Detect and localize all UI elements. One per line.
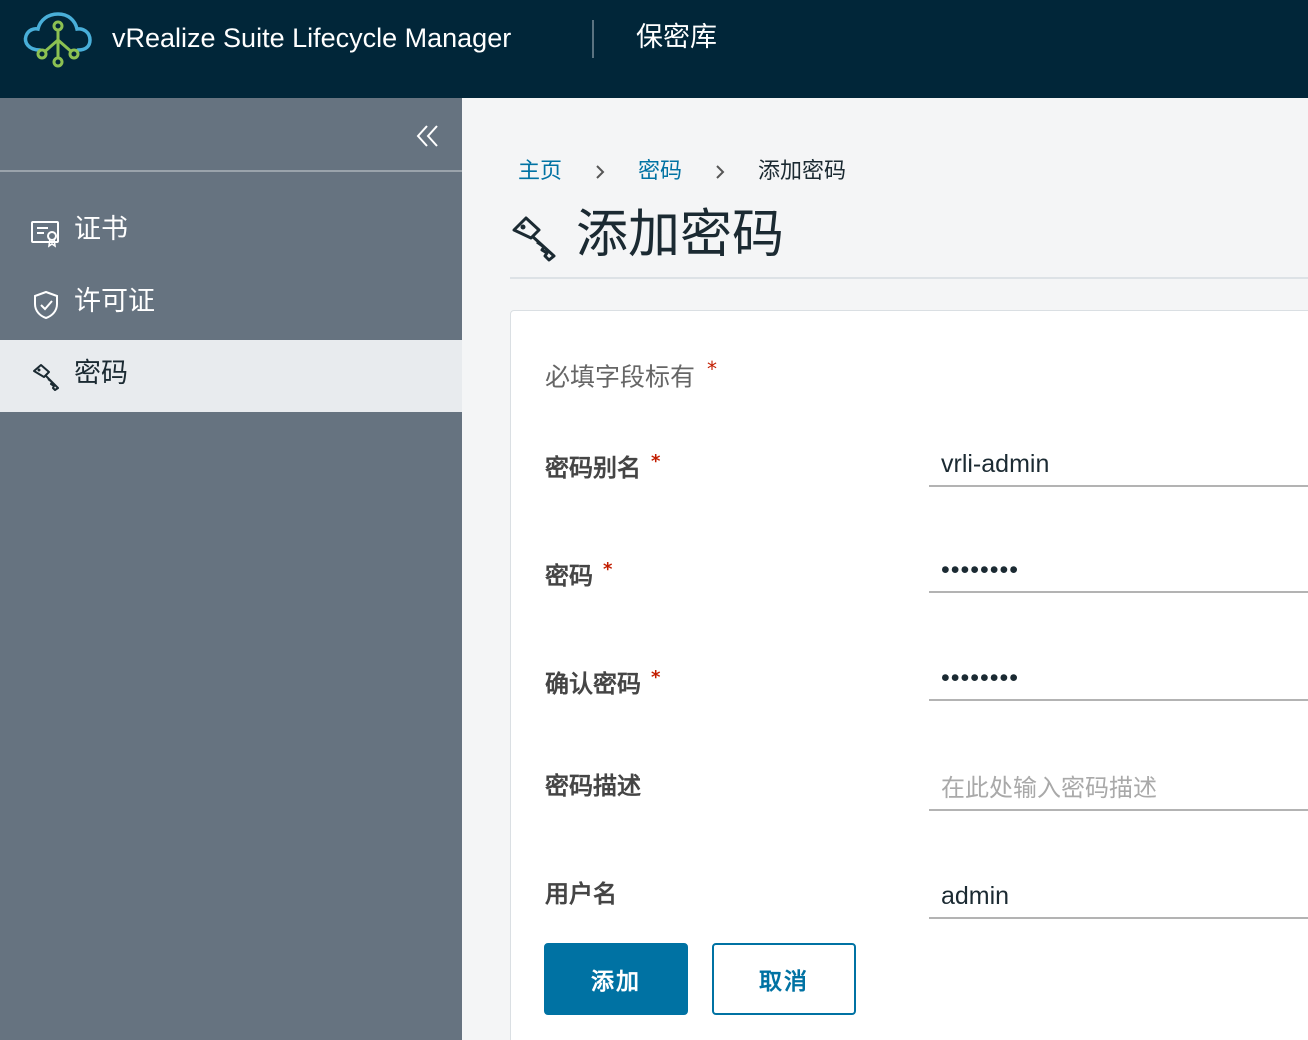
sidebar-item-certificates[interactable]: 证书 — [0, 196, 462, 268]
add-button[interactable]: 添加 — [544, 943, 688, 1015]
username-input[interactable] — [929, 875, 1308, 919]
password-alias-label: 密码别名 * — [545, 445, 660, 485]
sidebar-item-label: 密码 — [74, 358, 128, 389]
confirm-password-label: 确认密码 * — [545, 661, 660, 701]
breadcrumb-current: 添加密码 — [758, 159, 847, 184]
password-alias-input[interactable] — [929, 443, 1308, 487]
password-input[interactable] — [929, 549, 1308, 593]
chevron-right-icon — [596, 165, 605, 179]
cloud-network-icon — [23, 12, 92, 68]
sidebar-divider — [0, 170, 462, 172]
sidebar-item-licenses[interactable]: 许可证 — [0, 268, 462, 340]
sidebar-item-label: 许可证 — [74, 286, 155, 317]
required-note-text: 必填字段标有 — [545, 362, 696, 392]
password-description-input[interactable] — [929, 767, 1308, 811]
username-label: 用户名 — [545, 877, 617, 911]
label-text: 密码别名 — [545, 454, 641, 482]
section-title: 保密库 — [636, 22, 717, 53]
confirm-password-input[interactable] — [929, 657, 1308, 701]
title-divider — [510, 277, 1308, 279]
app-title: vRealize Suite Lifecycle Manager — [112, 23, 512, 53]
label-text: 密码 — [545, 562, 593, 590]
key-icon — [33, 364, 59, 391]
required-star: * — [603, 559, 613, 580]
label-text: 用户名 — [545, 880, 617, 908]
sidebar-item-passwords[interactable]: 密码 — [0, 340, 462, 412]
key-icon — [512, 216, 556, 262]
label-text: 确认密码 — [545, 670, 641, 698]
certificate-icon — [31, 221, 59, 248]
main-content: 主页 密码 添加密码 添加密码 必填字段标有 * 密码别名 * 密码 * 确认密码 * — [462, 98, 1308, 1040]
required-star: * — [651, 667, 661, 688]
cancel-button[interactable]: 取消 — [712, 943, 856, 1015]
breadcrumb-passwords-link[interactable]: 密码 — [638, 156, 682, 188]
required-star: * — [707, 357, 718, 381]
page-title: 添加密码 — [576, 205, 785, 265]
required-star: * — [651, 451, 661, 472]
chevron-right-icon — [716, 165, 725, 179]
sidebar-item-label: 证书 — [74, 214, 128, 245]
breadcrumb-home-link[interactable]: 主页 — [518, 156, 562, 188]
shield-check-icon — [34, 290, 58, 320]
password-label: 密码 * — [545, 553, 612, 593]
app-header: vRealize Suite Lifecycle Manager 保密库 — [0, 0, 1308, 98]
add-password-form: 必填字段标有 * 密码别名 * 密码 * 确认密码 * 密码描述 用户名 添加 取消 — [510, 310, 1308, 1040]
sidebar: 证书 许可证 密码 — [0, 98, 462, 1040]
password-description-label: 密码描述 — [545, 769, 641, 803]
header-divider — [592, 20, 594, 58]
required-fields-note: 必填字段标有 * — [545, 351, 717, 395]
label-text: 密码描述 — [545, 772, 641, 800]
double-chevron-left-icon[interactable] — [410, 118, 446, 154]
